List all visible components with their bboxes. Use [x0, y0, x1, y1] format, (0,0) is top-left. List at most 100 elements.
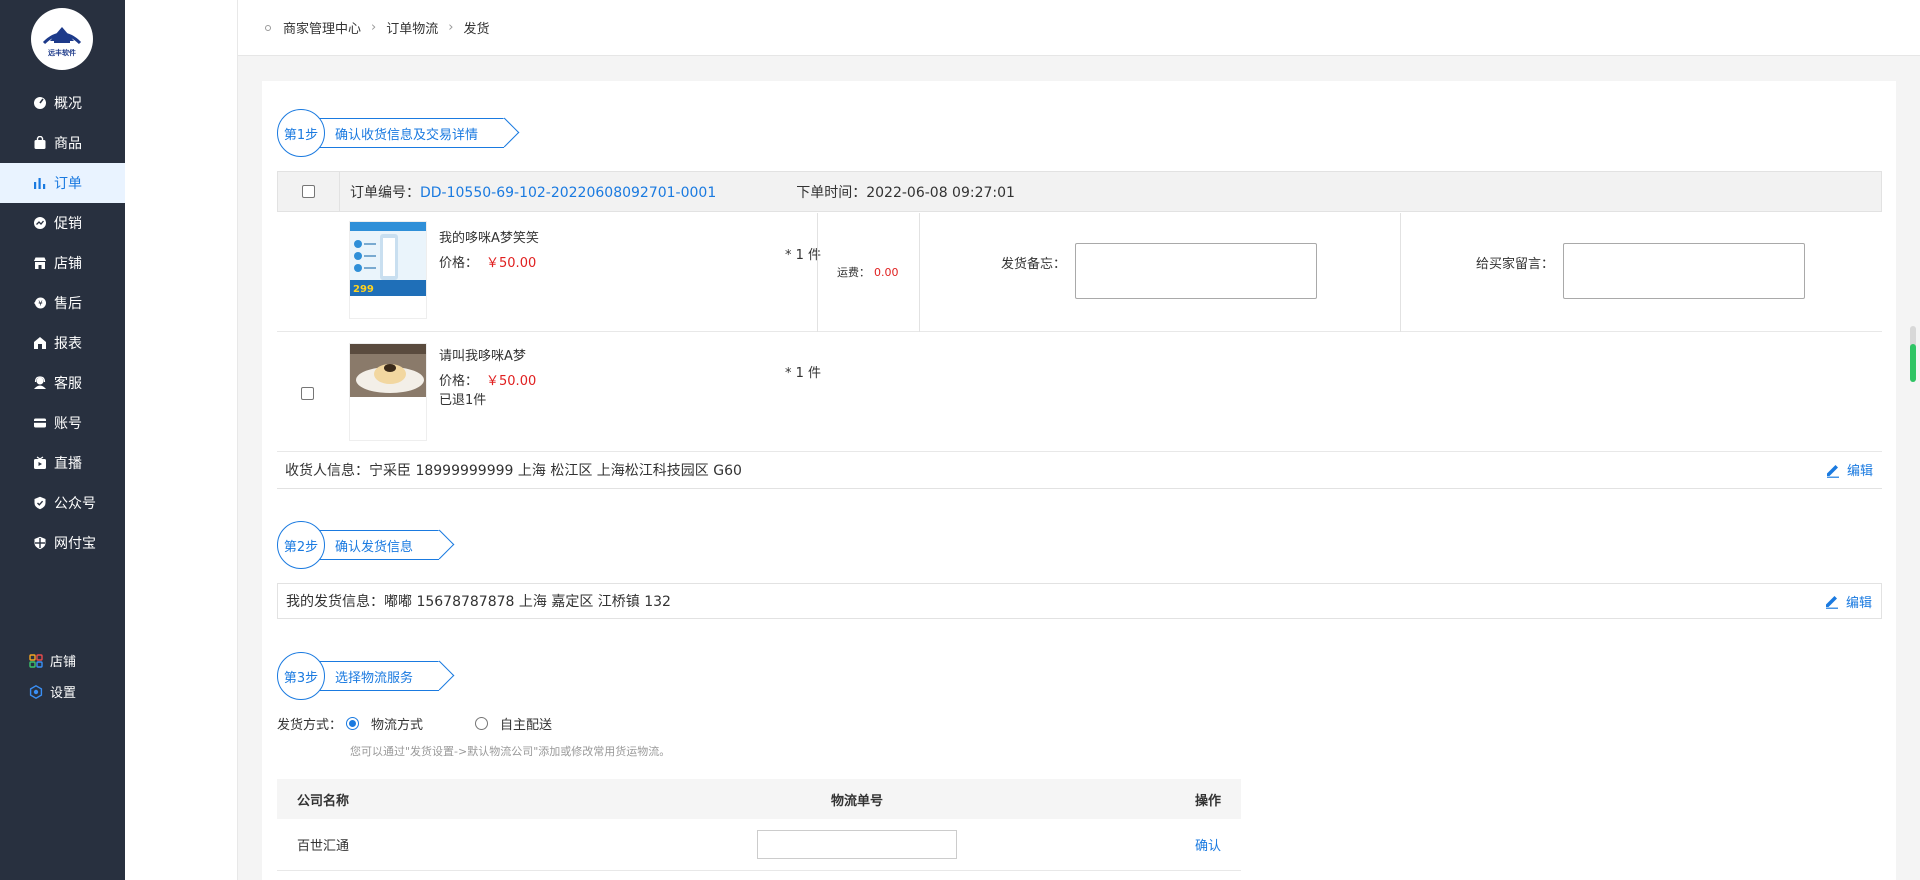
nav-item-aftersale[interactable]: ¥ 售后 [0, 283, 125, 323]
svg-text:¥: ¥ [38, 300, 43, 308]
product-price-label: 价格： [439, 256, 479, 271]
edit-receiver-button[interactable]: 编辑 [1825, 460, 1873, 479]
self-delivery-radio-label[interactable]: 自主配送 [500, 714, 552, 733]
main-nav: 概况 商品 订单 促销 店铺 ¥ 售后 报表 客服 账号 直播 公众号 网付宝 [0, 83, 125, 563]
product-price: 价格： ￥50.00 [439, 370, 536, 389]
shipping-fee: 运费： 0.00 [837, 264, 899, 280]
logo[interactable]: 远丰软件 [31, 8, 93, 70]
step-1-title: 确认收货信息及交易详情 [319, 118, 505, 148]
chevron-right-icon: › [448, 20, 454, 35]
shipping-fee-label: 运费： [837, 266, 870, 279]
nav-item-account[interactable]: 账号 [0, 403, 125, 443]
product-quantity: * 1 件 [785, 248, 822, 263]
sidebar: 远丰软件 概况 商品 订单 促销 店铺 ¥ 售后 报表 客服 账号 直播 公众号… [0, 0, 125, 880]
header-company: 公司名称 [297, 793, 350, 809]
live-icon [33, 456, 47, 470]
logistics-table-header: 公司名称 物流单号 操作 [277, 779, 1241, 819]
nav-item-service[interactable]: 客服 [0, 363, 125, 403]
product-image-dessert [350, 344, 426, 397]
product-thumbnail[interactable] [349, 343, 427, 441]
header-tracking-no: 物流单号 [830, 793, 883, 809]
page-scrollbar[interactable] [1910, 326, 1916, 382]
wechat-icon [33, 496, 47, 510]
step-3-header: 第3步 选择物流服务 [277, 652, 440, 700]
edit-label: 编辑 [1846, 464, 1873, 479]
sub-menu-column [125, 0, 238, 880]
nav-item-overview[interactable]: 概况 [0, 83, 125, 123]
nav-label: 售后 [54, 296, 82, 312]
order-time-label: 下单时间： [796, 184, 867, 201]
shipping-mode-label: 发货方式： [277, 718, 343, 733]
product-row: 299 我的哆咪A梦笑笑 价格： ￥50.00 * 1 件 运费： 0.00 发货备… [277, 213, 1882, 332]
aftersale-icon: ¥ [33, 296, 47, 310]
store-icon [33, 256, 47, 270]
shipping-hint: 您可以通过"发货设置->默认物流公司"添加或修改常用货运物流。 [350, 745, 671, 758]
order-select-checkbox[interactable] [302, 185, 315, 198]
buyer-message-textarea[interactable] [1563, 243, 1805, 299]
dashboard-icon [33, 96, 47, 110]
step-1-number: 第1步 [277, 109, 325, 157]
action-cell: 确认 [1077, 835, 1241, 854]
nav-label: 直播 [54, 456, 82, 472]
nav-label: 客服 [54, 376, 82, 392]
product-refund-note: 已退1件 [439, 393, 487, 408]
promo-icon [33, 216, 47, 230]
scrollbar-thumb[interactable] [1910, 344, 1916, 382]
column-divider [919, 213, 920, 332]
nav-item-promo[interactable]: 促销 [0, 203, 125, 243]
bag-icon [33, 136, 47, 150]
nav-item-live[interactable]: 直播 [0, 443, 125, 483]
receiver-info-value: 宁采臣 18999999999 上海 松江区 上海松江科技园区 G60 [369, 462, 742, 479]
column-divider [817, 213, 818, 332]
logistics-radio[interactable] [346, 717, 360, 730]
product-name[interactable]: 请叫我哆咪A梦 [439, 345, 526, 364]
shipping-fee-value: 0.00 [874, 266, 899, 279]
nav-item-settings[interactable]: 设置 [0, 676, 125, 707]
nav-label: 设置 [50, 686, 77, 701]
nav-item-report[interactable]: 报表 [0, 323, 125, 363]
sender-info: 我的发货信息： 嘟嘟 15678787878 上海 嘉定区 江桥镇 132 编辑 [277, 583, 1882, 619]
nav-item-orders[interactable]: 订单 [0, 163, 125, 203]
order-number-link[interactable]: DD-10550-69-102-20220608092701-0001 [420, 185, 716, 201]
edit-icon [1826, 464, 1839, 478]
step-3-title: 选择物流服务 [319, 661, 440, 691]
nav-label: 促销 [54, 216, 82, 232]
product-name[interactable]: 我的哆咪A梦笑笑 [439, 227, 539, 246]
breadcrumb-item-merchant-center[interactable]: 商家管理中心 [283, 18, 361, 37]
ship-memo-textarea[interactable] [1075, 243, 1317, 299]
shield-icon [33, 536, 47, 550]
order-number: 订单编号：DD-10550-69-102-20220608092701-0001 [350, 182, 716, 202]
bottom-nav: 店铺 设置 [0, 645, 125, 707]
tracking-number-input[interactable] [757, 830, 957, 859]
step-2-title: 确认发货信息 [319, 530, 440, 560]
nav-item-wechat[interactable]: 公众号 [0, 483, 125, 523]
table-row: 百世汇通 确认 [277, 819, 1241, 871]
order-select-cell [278, 172, 340, 211]
account-icon [33, 416, 47, 430]
nav-item-wangfubao[interactable]: 网付宝 [0, 523, 125, 563]
nav-label: 网付宝 [54, 536, 96, 552]
breadcrumb-dot-icon [265, 24, 271, 31]
nav-item-store-app[interactable]: 店铺 [0, 645, 125, 676]
self-delivery-radio[interactable] [475, 717, 489, 730]
nav-label: 订单 [54, 176, 82, 192]
buyer-message-label: 给买家留言： [1476, 257, 1555, 272]
nav-label: 商品 [54, 136, 82, 152]
grid-icon [29, 653, 43, 668]
product-thumbnail[interactable]: 299 [349, 221, 427, 319]
product-select-checkbox[interactable] [301, 387, 314, 400]
nav-label: 报表 [54, 336, 82, 352]
order-header: 订单编号：DD-10550-69-102-20220608092701-0001… [277, 171, 1882, 212]
breadcrumb-item-order-logistics[interactable]: 订单物流 [386, 18, 438, 37]
edit-sender-button[interactable]: 编辑 [1824, 592, 1872, 611]
sender-info-value: 嘟嘟 15678787878 上海 嘉定区 江桥镇 132 [384, 594, 671, 610]
nav-item-store[interactable]: 店铺 [0, 243, 125, 283]
chevron-right-icon: › [371, 20, 377, 35]
logo-text: 远丰软件 [48, 48, 76, 57]
logistics-radio-label[interactable]: 物流方式 [371, 714, 423, 733]
column-divider [1400, 213, 1401, 332]
nav-item-goods[interactable]: 商品 [0, 123, 125, 163]
nav-label: 公众号 [54, 496, 96, 512]
confirm-button[interactable]: 确认 [1195, 839, 1221, 854]
edit-icon [1825, 596, 1838, 609]
